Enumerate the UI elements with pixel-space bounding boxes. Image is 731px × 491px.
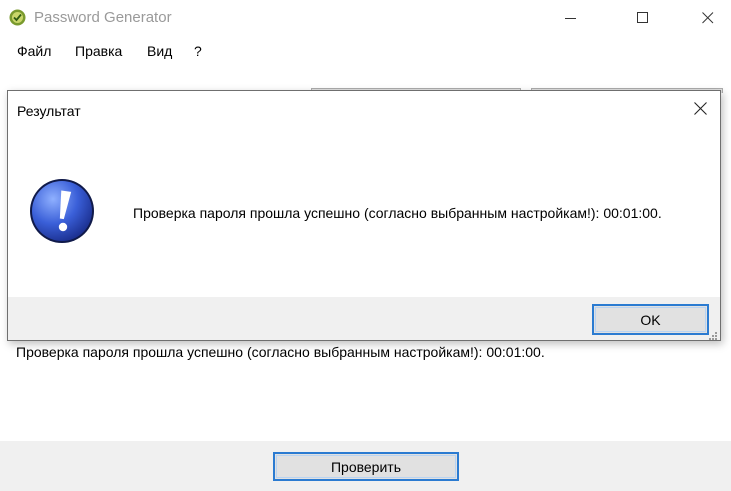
title-bar[interactable]: Password Generator bbox=[0, 0, 731, 36]
menu-item-help[interactable]: ? bbox=[194, 43, 202, 59]
result-text: Проверка пароля прошла успешно (согласно… bbox=[16, 344, 545, 360]
close-icon bbox=[693, 101, 707, 115]
resize-grip-icon[interactable] bbox=[708, 328, 718, 340]
menu-item-file[interactable]: Файл bbox=[17, 43, 51, 59]
ok-button-label: OK bbox=[640, 311, 661, 328]
maximize-icon bbox=[637, 12, 648, 23]
password-generator-app-icon bbox=[9, 9, 26, 26]
menu-item-edit[interactable]: Правка bbox=[75, 43, 122, 59]
ok-button[interactable]: OK bbox=[592, 304, 709, 335]
result-dialog: Результат Проверка пароля прошла успешно… bbox=[7, 90, 721, 341]
window-title: Password Generator bbox=[34, 9, 172, 26]
dialog-close-button[interactable] bbox=[680, 91, 720, 125]
exclamation-info-icon bbox=[28, 177, 96, 245]
check-button-label: Проверить bbox=[330, 458, 401, 475]
dialog-title: Результат bbox=[17, 103, 81, 119]
close-button[interactable] bbox=[685, 0, 731, 36]
menu-bar: Файл Правка Вид ? bbox=[0, 38, 731, 65]
maximize-button[interactable] bbox=[620, 0, 666, 36]
menu-item-view[interactable]: Вид bbox=[147, 43, 172, 59]
minimize-button[interactable] bbox=[548, 0, 594, 36]
minimize-icon bbox=[565, 18, 576, 19]
check-button[interactable]: Проверить bbox=[273, 452, 459, 481]
dialog-message: Проверка пароля прошла успешно (согласно… bbox=[133, 205, 662, 221]
close-icon bbox=[702, 12, 714, 24]
